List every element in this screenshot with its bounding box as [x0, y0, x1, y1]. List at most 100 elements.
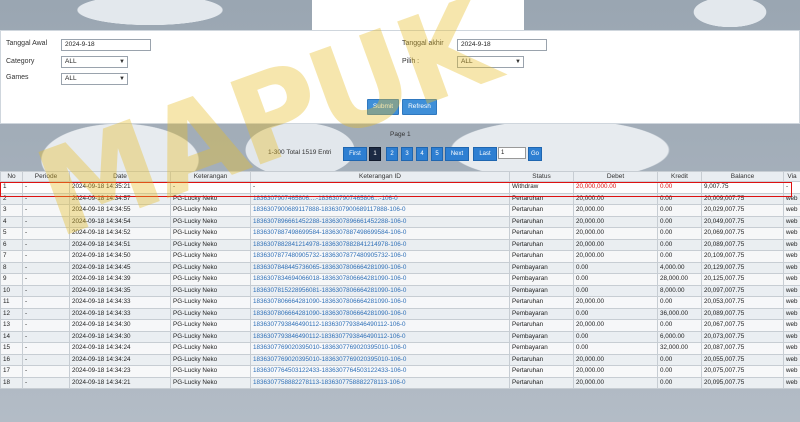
row-debet: 0.00 — [573, 273, 658, 286]
games-label: Games — [6, 74, 29, 81]
header-blank-area — [312, 0, 524, 30]
table-row: 9-2024-09-18 14:34:39 PG-Lucky Neko 183630… — [0, 273, 800, 286]
row-keterangan-id[interactable]: 1836307758882278113-1836307758882278113-… — [250, 376, 510, 389]
row-periode: - — [22, 238, 70, 251]
tanggal-awal-input[interactable]: 2024-9-18 — [61, 39, 151, 51]
pilih-select[interactable]: ALL ▼ — [457, 56, 524, 68]
row-no: 10 — [0, 284, 23, 297]
row-keterangan-id[interactable]: 1836307848445736065-1836307806664281090-… — [250, 261, 510, 274]
row-keterangan-id[interactable]: 1836307793846490112-1836307793846490112-… — [250, 330, 510, 343]
row-balance: 20,125,007.75 — [701, 273, 784, 286]
row-debet: 20,000.00 — [573, 215, 658, 228]
row-status: Pembayaran — [509, 330, 574, 343]
row-kredit: 36,000.00 — [657, 307, 702, 320]
row-status: Pertaruhan — [509, 353, 574, 366]
row-via: web — [783, 330, 800, 343]
row-keterangan-id[interactable]: 1836307834694066018-1836307806664281090-… — [250, 273, 510, 286]
col-header: Kredit — [657, 171, 702, 182]
row-via: web — [783, 353, 800, 366]
row-kredit: 6,000.00 — [657, 330, 702, 343]
category-select[interactable]: ALL ▼ — [61, 56, 128, 68]
row-kredit: 0.00 — [657, 238, 702, 251]
row-keterangan: PG-Lucky Neko — [170, 204, 251, 217]
table-row: 7-2024-09-18 14:34:50 PG-Lucky Neko 183630… — [0, 250, 800, 263]
row-no: 13 — [0, 319, 23, 332]
page-1-button[interactable]: 1 — [369, 147, 381, 161]
row-kredit: 0.00 — [657, 353, 702, 366]
row-keterangan-id[interactable]: 1836307806664281090-1836307806664281090-… — [250, 296, 510, 309]
col-header: Balance — [701, 171, 784, 182]
row-balance: 20,029,007.75 — [701, 204, 784, 217]
row-date: 2024-09-18 14:34:39 — [69, 273, 171, 286]
row-keterangan-id[interactable]: 1836307882841214978-1836307882841214978-… — [250, 238, 510, 251]
col-header: Via — [783, 171, 800, 182]
page-4-button[interactable]: 4 — [416, 147, 428, 161]
page-3-button[interactable]: 3 — [401, 147, 413, 161]
row-date: 2024-09-18 14:34:30 — [69, 330, 171, 343]
submit-button[interactable]: Submit — [367, 99, 399, 115]
row-keterangan-id[interactable]: 1836307896661452288-1836307896661452288-… — [250, 215, 510, 228]
row-status: Pertaruhan — [509, 296, 574, 309]
tanggal-akhir-input[interactable]: 2024-9-18 — [457, 39, 547, 51]
row-keterangan: PG-Lucky Neko — [170, 238, 251, 251]
row-periode: - — [22, 319, 70, 332]
row-keterangan: PG-Lucky Neko — [170, 284, 251, 297]
row-debet: 20,000.00 — [573, 227, 658, 240]
tanggal-akhir-label: Tanggal akhir — [402, 40, 444, 47]
row-kredit: 0.00 — [657, 215, 702, 228]
row-keterangan-id[interactable]: 1836307887498699584-1836307887498699584-… — [250, 227, 510, 240]
row-keterangan-id[interactable]: 1836307764503122433-1836307764503122433-… — [250, 365, 510, 378]
page-number-input[interactable]: 1 — [498, 147, 526, 159]
row-no: 18 — [0, 376, 23, 389]
row-status: Pertaruhan — [509, 215, 574, 228]
row-keterangan: PG-Lucky Neko — [170, 273, 251, 286]
table-row: 6-2024-09-18 14:34:51 PG-Lucky Neko 183630… — [0, 238, 800, 251]
chevron-down-icon: ▼ — [515, 59, 521, 65]
first-page-button[interactable]: First — [343, 147, 367, 161]
table-row: 3-2024-09-18 14:34:55 PG-Lucky Neko 183630… — [0, 204, 800, 217]
refresh-button[interactable]: Refresh — [402, 99, 437, 115]
row-keterangan-id[interactable]: 1836307806664281090-1836307806664281090-… — [250, 307, 510, 320]
row-no: 14 — [0, 330, 23, 343]
next-page-button[interactable]: Next — [445, 147, 469, 161]
row-status: Pembayaran — [509, 307, 574, 320]
row-keterangan-id[interactable]: 1836307793846490112-1836307793846490112-… — [250, 319, 510, 332]
table-header-row: No Periode Date Keterangan Keterangan ID… — [0, 171, 800, 182]
row-keterangan-id[interactable]: 1836307900689117888-1836307900689117888-… — [250, 204, 510, 217]
row-kredit: 0.00 — [657, 376, 702, 389]
row-periode: - — [22, 215, 70, 228]
table-row: 11-2024-09-18 14:34:33 PG-Lucky Neko 18363… — [0, 296, 800, 309]
row-keterangan: PG-Lucky Neko — [170, 365, 251, 378]
row-date: 2024-09-18 14:34:45 — [69, 261, 171, 274]
row-status: Pertaruhan — [509, 227, 574, 240]
row-via: web — [783, 204, 800, 217]
page-2-button[interactable]: 2 — [386, 147, 398, 161]
row-balance: 20,089,007.75 — [701, 238, 784, 251]
row-status: Pertaruhan — [509, 250, 574, 263]
row-keterangan-id[interactable]: 1836307769020395010-1836307769020395010-… — [250, 342, 510, 355]
highlight-box — [0, 182, 792, 197]
row-keterangan: PG-Lucky Neko — [170, 330, 251, 343]
row-no: 3 — [0, 204, 23, 217]
go-button[interactable]: Go — [528, 147, 542, 161]
last-page-button[interactable]: Last — [473, 147, 497, 161]
table-row: 13-2024-09-18 14:34:30 PG-Lucky Neko 18363… — [0, 319, 800, 332]
row-date: 2024-09-18 14:34:50 — [69, 250, 171, 263]
games-select[interactable]: ALL ▼ — [61, 73, 128, 85]
row-keterangan-id[interactable]: 1836307877480905732-1836307877480905732-… — [250, 250, 510, 263]
row-periode: - — [22, 330, 70, 343]
chevron-down-icon: ▼ — [119, 59, 125, 65]
row-kredit: 4,000.00 — [657, 261, 702, 274]
row-via: web — [783, 238, 800, 251]
row-keterangan-id[interactable]: 1836307769020395010-1836307769020395010-… — [250, 353, 510, 366]
row-via: web — [783, 376, 800, 389]
row-via: web — [783, 296, 800, 309]
col-header: Date — [69, 171, 171, 182]
row-debet: 20,000.00 — [573, 319, 658, 332]
row-balance: 20,095,007.75 — [701, 376, 784, 389]
row-keterangan-id[interactable]: 1836307815228956081-1836307806664281090-… — [250, 284, 510, 297]
row-periode: - — [22, 261, 70, 274]
row-date: 2024-09-18 14:34:33 — [69, 296, 171, 309]
page-5-button[interactable]: 5 — [431, 147, 443, 161]
row-keterangan: PG-Lucky Neko — [170, 376, 251, 389]
